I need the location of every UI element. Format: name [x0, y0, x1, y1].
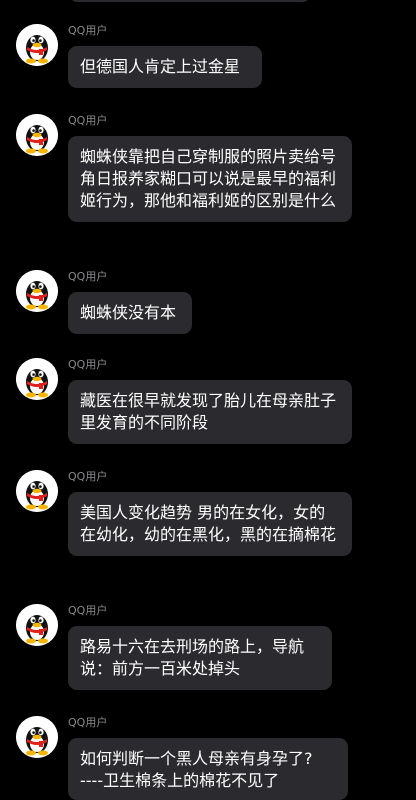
qq-penguin-icon[interactable]: [16, 716, 58, 758]
qq-penguin-icon[interactable]: [16, 114, 58, 156]
sender-name: QQ用户: [68, 114, 108, 127]
sender-name: QQ用户: [68, 604, 108, 617]
message-bubble[interactable]: 如何判断一个黑人母亲有身孕了? ----卫生棉条上的棉花不见了: [68, 738, 348, 800]
message-bubble[interactable]: 美国人变化趋势 男的在女化，女的在幼化，幼的在黑化，黑的在摘棉花: [68, 492, 352, 556]
qq-penguin-icon[interactable]: [16, 470, 58, 512]
message-bubble[interactable]: 路易十六在去刑场的路上，导航说：前方一百米处掉头: [68, 626, 332, 690]
message-bubble[interactable]: 藏医在很早就发现了胎儿在母亲肚子里发育的不同阶段: [68, 380, 352, 444]
sender-name: QQ用户: [68, 470, 108, 483]
message-bubble[interactable]: 蜘蛛侠没有本: [68, 292, 192, 334]
sender-name: QQ用户: [68, 358, 108, 371]
message-bubble[interactable]: 但德国人肯定上过金星: [68, 46, 262, 88]
qq-penguin-icon[interactable]: [16, 24, 58, 66]
qq-penguin-icon[interactable]: [16, 270, 58, 312]
qq-penguin-icon[interactable]: [16, 604, 58, 646]
sender-name: QQ用户: [68, 24, 108, 37]
sender-name: QQ用户: [68, 270, 108, 283]
message-bubble[interactable]: 蜘蛛侠靠把自己穿制服的照片卖给号角日报养家糊口可以说是最早的福利姬行为，那他和福…: [68, 136, 352, 222]
previous-message-bubble-edge: [68, 0, 312, 2]
qq-penguin-icon[interactable]: [16, 358, 58, 400]
sender-name: QQ用户: [68, 716, 108, 729]
